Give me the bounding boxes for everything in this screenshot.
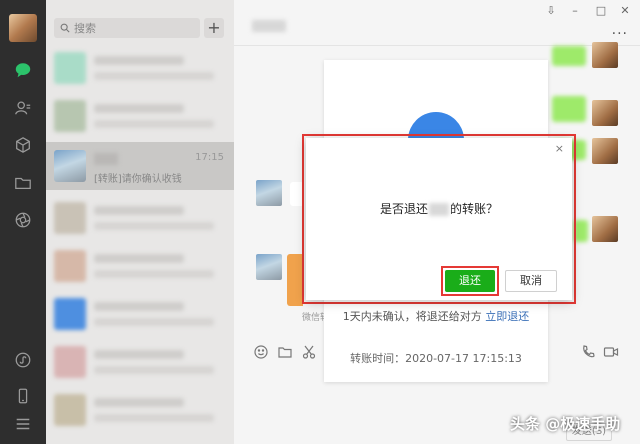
maximize-button[interactable]: □ (594, 4, 608, 17)
blurred-name (94, 206, 184, 215)
message-time: 17:15 (195, 152, 224, 163)
search-input[interactable]: 搜索 (54, 18, 200, 38)
avatar (592, 216, 618, 242)
contact-avatar (54, 298, 86, 330)
close-window-button[interactable]: ✕ (618, 4, 632, 17)
blurred-preview (94, 414, 214, 422)
mini-program-icon[interactable] (11, 348, 35, 372)
blurred-contact-name (429, 203, 449, 216)
emoji-icon[interactable] (253, 344, 269, 360)
blurred-preview (94, 318, 214, 326)
list-item[interactable] (46, 386, 234, 434)
avatar (256, 180, 282, 206)
message-bubble (552, 46, 586, 66)
contact-avatar (54, 250, 86, 282)
search-icon (60, 23, 70, 33)
contact-avatar (54, 100, 86, 132)
blurred-name (94, 398, 184, 407)
list-item-active[interactable]: 17:15 [转账]请你确认收钱 (46, 142, 234, 190)
watermark: 头条 @极速手助 (510, 415, 621, 433)
blurred-name (94, 302, 184, 311)
contact-avatar (54, 150, 86, 182)
cancel-button[interactable]: 取消 (505, 270, 557, 292)
avatar (592, 42, 618, 68)
moments-icon[interactable] (11, 208, 35, 232)
list-item[interactable] (46, 290, 234, 338)
blurred-preview (94, 72, 214, 80)
blurred-preview (94, 366, 214, 374)
message-bubble (552, 96, 586, 122)
dialog-question: 是否退还 的转账？ (306, 200, 572, 217)
contact-avatar (54, 202, 86, 234)
chat-icon[interactable] (11, 58, 35, 82)
user-avatar[interactable] (9, 14, 37, 42)
list-item[interactable] (46, 44, 234, 92)
transfer-message[interactable] (287, 254, 303, 306)
menu-icon[interactable] (11, 412, 35, 436)
voice-call-icon[interactable] (580, 344, 596, 360)
favorites-icon[interactable] (11, 133, 35, 157)
question-prefix: 是否退还 (379, 202, 428, 216)
refund-hint: 1天内未确认，将退还给对方 立即退还 (324, 308, 548, 324)
minimize-button[interactable]: – (568, 4, 582, 17)
message-preview: [转账]请你确认收钱 (94, 174, 182, 185)
list-item[interactable] (46, 194, 234, 242)
contact-avatar (54, 346, 86, 378)
list-item[interactable] (46, 338, 234, 386)
contact-avatar (54, 394, 86, 426)
chat-title (252, 20, 286, 32)
avatar (592, 100, 618, 126)
nav-rail (0, 0, 46, 444)
message-bubble (574, 220, 588, 242)
refund-confirm-button[interactable]: 退还 (445, 270, 495, 292)
list-item[interactable] (46, 242, 234, 290)
pin-button[interactable]: ⇩ (544, 4, 558, 17)
refund-now-link[interactable]: 立即退还 (485, 310, 529, 323)
dialog-close-button[interactable]: × (555, 142, 564, 155)
refund-hint-text: 1天内未确认，将退还给对方 (342, 310, 482, 323)
video-call-icon[interactable] (603, 344, 619, 360)
phone-icon[interactable] (11, 384, 35, 408)
list-item[interactable] (46, 92, 234, 140)
search-placeholder: 搜索 (74, 22, 96, 35)
avatar (592, 138, 618, 164)
screenshot-icon[interactable] (301, 344, 317, 360)
contacts-icon[interactable] (11, 96, 35, 120)
transfer-time: 转账时间：2020-07-17 17:15:13 (350, 352, 522, 365)
avatar (256, 254, 282, 280)
add-button[interactable]: + (204, 18, 224, 38)
question-suffix: 的转账？ (450, 202, 499, 216)
blurred-name (94, 104, 184, 113)
blurred-name (94, 350, 184, 359)
blurred-preview (94, 270, 214, 278)
contact-avatar (54, 52, 86, 84)
blurred-name (94, 254, 184, 263)
blurred-name (94, 56, 184, 65)
conversation-list: 搜索 + 17:15 [转账]请你确认收钱 (46, 0, 234, 444)
blurred-preview (94, 222, 214, 230)
more-options-button[interactable]: ··· (612, 26, 628, 42)
contact-name (94, 151, 118, 165)
blurred-preview (94, 120, 214, 128)
folder-icon[interactable] (11, 171, 35, 195)
file-icon[interactable] (277, 344, 293, 360)
